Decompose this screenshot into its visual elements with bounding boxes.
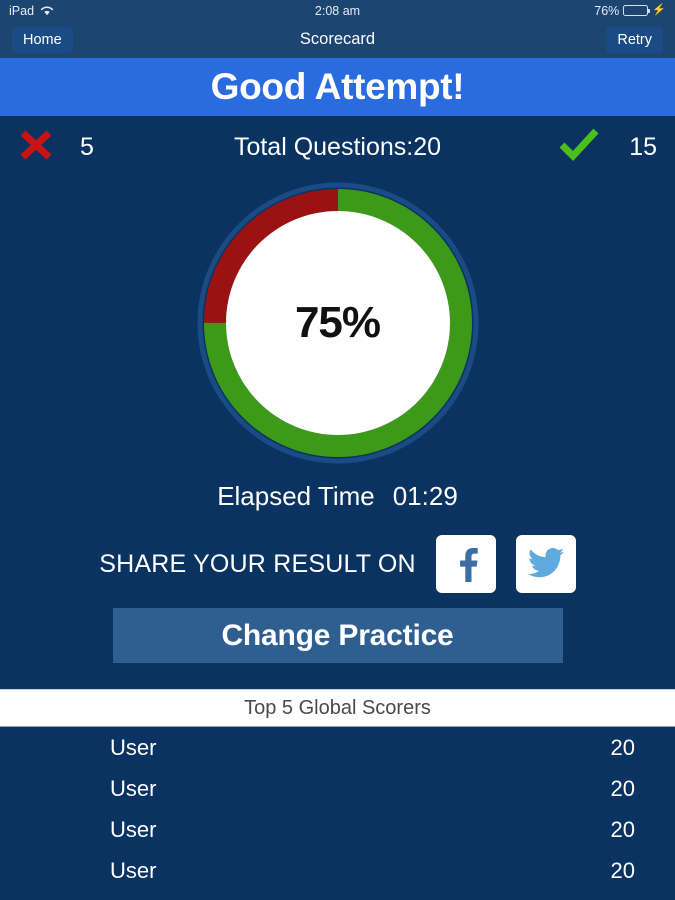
page-title: Scorecard (299, 30, 376, 48)
leaderboard-row-score: 20 (610, 734, 635, 760)
battery-icon (623, 5, 651, 16)
battery-percent-label: 76% (594, 3, 620, 18)
correct-count: 15 (629, 132, 657, 161)
score-donut-chart: 75% (197, 182, 479, 464)
share-label: SHARE YOUR RESULT ON (99, 549, 416, 578)
status-bar-clock: 2:08 am (314, 3, 361, 18)
retry-button[interactable]: Retry (606, 26, 663, 53)
change-practice-button[interactable]: Change Practice (112, 608, 563, 663)
facebook-share-button[interactable] (435, 535, 496, 593)
leaderboard-row[interactable]: User 20 (0, 850, 675, 891)
facebook-icon (449, 544, 483, 585)
leaderboard-row[interactable]: User 20 (0, 809, 675, 850)
navigation-bar: Home Scorecard Retry (0, 21, 675, 58)
wifi-icon (40, 5, 54, 16)
leaderboard-row-score: 20 (610, 775, 635, 801)
leaderboard-row-score: 20 (610, 857, 635, 883)
stats-row: 5 Total Questions:20 15 (0, 116, 675, 178)
leaderboard-list[interactable]: User 20 User 20 User 20 User 20 (0, 727, 675, 891)
red-cross-icon (18, 127, 54, 168)
elapsed-time-label: Elapsed Time (217, 480, 375, 511)
correct-stat: 15 (507, 128, 657, 167)
incorrect-stat: 5 (18, 127, 168, 168)
home-button[interactable]: Home (12, 26, 73, 53)
total-questions: Total Questions:20 (168, 133, 507, 162)
device-label: iPad (9, 3, 35, 18)
leaderboard-header: Top 5 Global Scorers (0, 689, 675, 727)
elapsed-time-row: Elapsed Time 01:29 (0, 468, 675, 524)
change-practice-container: Change Practice (0, 604, 675, 663)
ios-status-bar: iPad 2:08 am 76% ⚡ (0, 0, 675, 21)
total-questions-count: 20 (413, 132, 442, 161)
green-check-icon (559, 128, 599, 167)
twitter-icon (527, 547, 564, 581)
score-percentage-label: 75% (294, 298, 381, 347)
leaderboard-row[interactable]: User 20 (0, 768, 675, 809)
leaderboard-row-name: User (110, 734, 157, 760)
total-questions-label: Total Questions: (233, 132, 414, 161)
leaderboard-row-score: 20 (610, 816, 635, 842)
result-banner: Good Attempt! (0, 58, 675, 116)
leaderboard-row[interactable]: User 20 (0, 727, 675, 768)
leaderboard-title: Top 5 Global Scorers (244, 696, 431, 719)
scorecard-screen: iPad 2:08 am 76% ⚡ Home Scorecard Retry … (0, 0, 675, 900)
leaderboard-row-name: User (110, 816, 157, 842)
leaderboard-row-name: User (110, 857, 157, 883)
twitter-share-button[interactable] (515, 535, 576, 593)
score-chart-container: 75% (0, 178, 675, 468)
share-row: SHARE YOUR RESULT ON (0, 524, 675, 604)
elapsed-time-value: 01:29 (392, 480, 458, 511)
incorrect-count: 5 (80, 132, 94, 161)
status-bar-left: iPad (9, 4, 54, 18)
leaderboard-row-name: User (110, 775, 157, 801)
result-banner-text: Good Attempt! (210, 66, 465, 107)
status-bar-right: 76% ⚡ (594, 4, 666, 18)
lightning-bolt-icon: ⚡ (652, 4, 666, 16)
